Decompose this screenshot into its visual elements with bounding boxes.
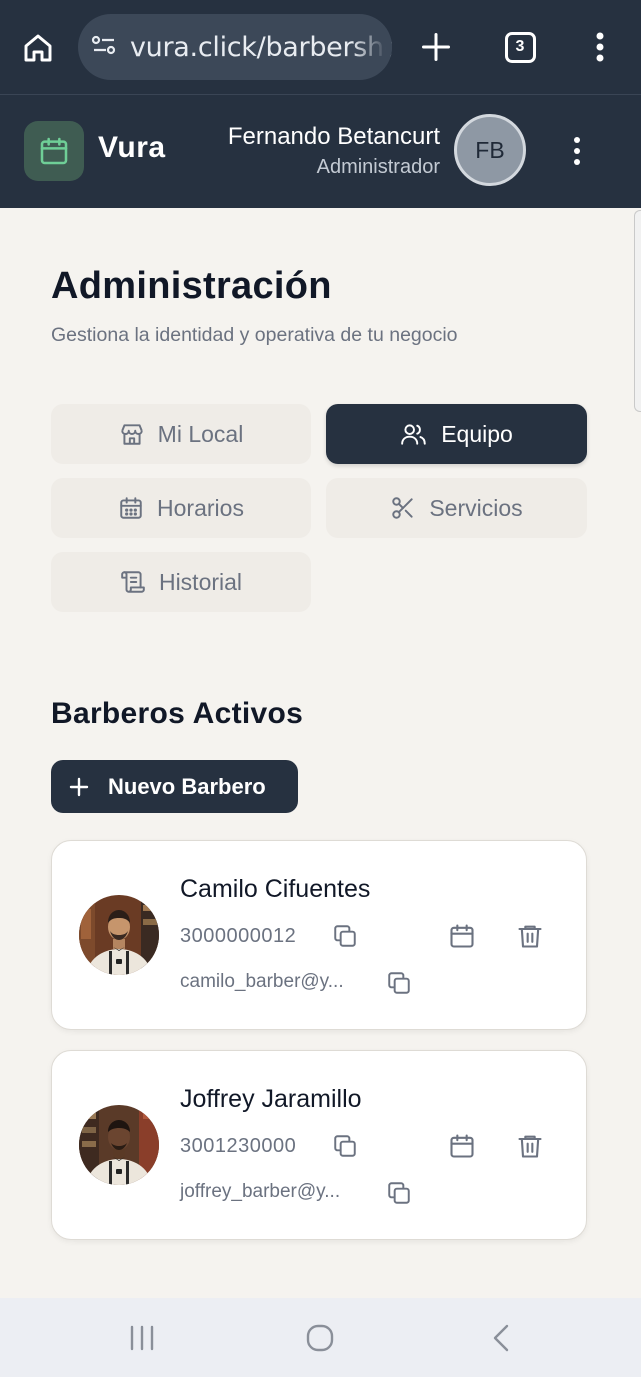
app-menu-icon[interactable]: [563, 131, 591, 171]
barber-card: Camilo Cifuentes 3000000012 camilo_barbe…: [51, 840, 587, 1030]
section-title: Barberos Activos: [51, 697, 304, 730]
app-header: Vura Fernando Betancurt Administrador FB: [0, 95, 641, 208]
barber-email: camilo_barber@y...: [180, 971, 344, 992]
tab-mi-local[interactable]: Mi Local: [51, 404, 311, 464]
avatar[interactable]: FB: [454, 114, 526, 186]
new-barber-button[interactable]: Nuevo Barbero: [51, 760, 298, 813]
tab-historial[interactable]: Historial: [51, 552, 311, 612]
site-settings-icon[interactable]: [90, 33, 118, 62]
home-icon[interactable]: [300, 1320, 340, 1356]
tab-label: Equipo: [441, 420, 513, 447]
barber-card: Joffrey Jaramillo 3001230000 joffrey_bar…: [51, 1050, 587, 1240]
tab-label: Horarios: [157, 494, 244, 521]
browser-menu-icon[interactable]: [582, 25, 618, 69]
store-icon: [120, 424, 143, 445]
address-bar[interactable]: vura.click/barbershop: [78, 14, 392, 80]
tab-label: Historial: [158, 568, 243, 595]
back-icon[interactable]: [486, 1320, 516, 1356]
copy-email-icon[interactable]: [386, 970, 412, 1001]
scroll-icon: [121, 571, 145, 593]
tab-label: Servicios: [429, 494, 523, 521]
barber-photo: [79, 1105, 159, 1185]
scrollbar[interactable]: [634, 210, 641, 412]
browser-toolbar: vura.click/barbershop 3: [0, 0, 641, 95]
copy-phone-icon[interactable]: [332, 923, 358, 954]
tab-equipo[interactable]: Equipo: [326, 404, 587, 464]
plus-icon: [69, 777, 89, 796]
barber-name: Joffrey Jaramillo: [180, 1085, 362, 1113]
browser-home-icon[interactable]: [16, 26, 60, 70]
recent-apps-icon[interactable]: [122, 1320, 162, 1356]
tab-horarios[interactable]: Horarios: [51, 478, 311, 538]
barber-email: joffrey_barber@y...: [180, 1181, 341, 1202]
barber-phone: 3000000012: [180, 925, 297, 947]
tab-servicios[interactable]: Servicios: [326, 478, 587, 538]
trash-icon[interactable]: [516, 1132, 544, 1165]
barber-name: Camilo Cifuentes: [180, 875, 371, 903]
scissors-icon: [392, 497, 413, 519]
user-name: Fernando Betancurt: [227, 123, 440, 150]
tab-label: Mi Local: [157, 420, 244, 447]
system-nav-bar: [0, 1298, 641, 1377]
users-icon: [401, 424, 426, 445]
tab-switcher-button[interactable]: 3: [500, 28, 540, 66]
new-tab-icon[interactable]: [414, 25, 458, 69]
copy-phone-icon[interactable]: [332, 1133, 358, 1164]
user-role: Administrador: [316, 156, 440, 178]
trash-icon[interactable]: [516, 922, 544, 955]
calendar-icon: [120, 497, 142, 519]
barber-phone: 3001230000: [180, 1135, 297, 1157]
tab-count: 3: [504, 31, 536, 63]
logo: [24, 121, 84, 181]
brand-name: Vura: [98, 131, 166, 164]
page-title: Administración: [51, 265, 332, 307]
copy-email-icon[interactable]: [386, 1180, 412, 1211]
schedule-calendar-icon[interactable]: [448, 922, 476, 955]
new-barber-label: Nuevo Barbero: [108, 773, 266, 799]
barber-photo: [79, 895, 159, 975]
page-subtitle: Gestiona la identidad y operativa de tu …: [51, 324, 458, 346]
schedule-calendar-icon[interactable]: [448, 1132, 476, 1165]
calendar-logo-icon: [40, 137, 68, 165]
